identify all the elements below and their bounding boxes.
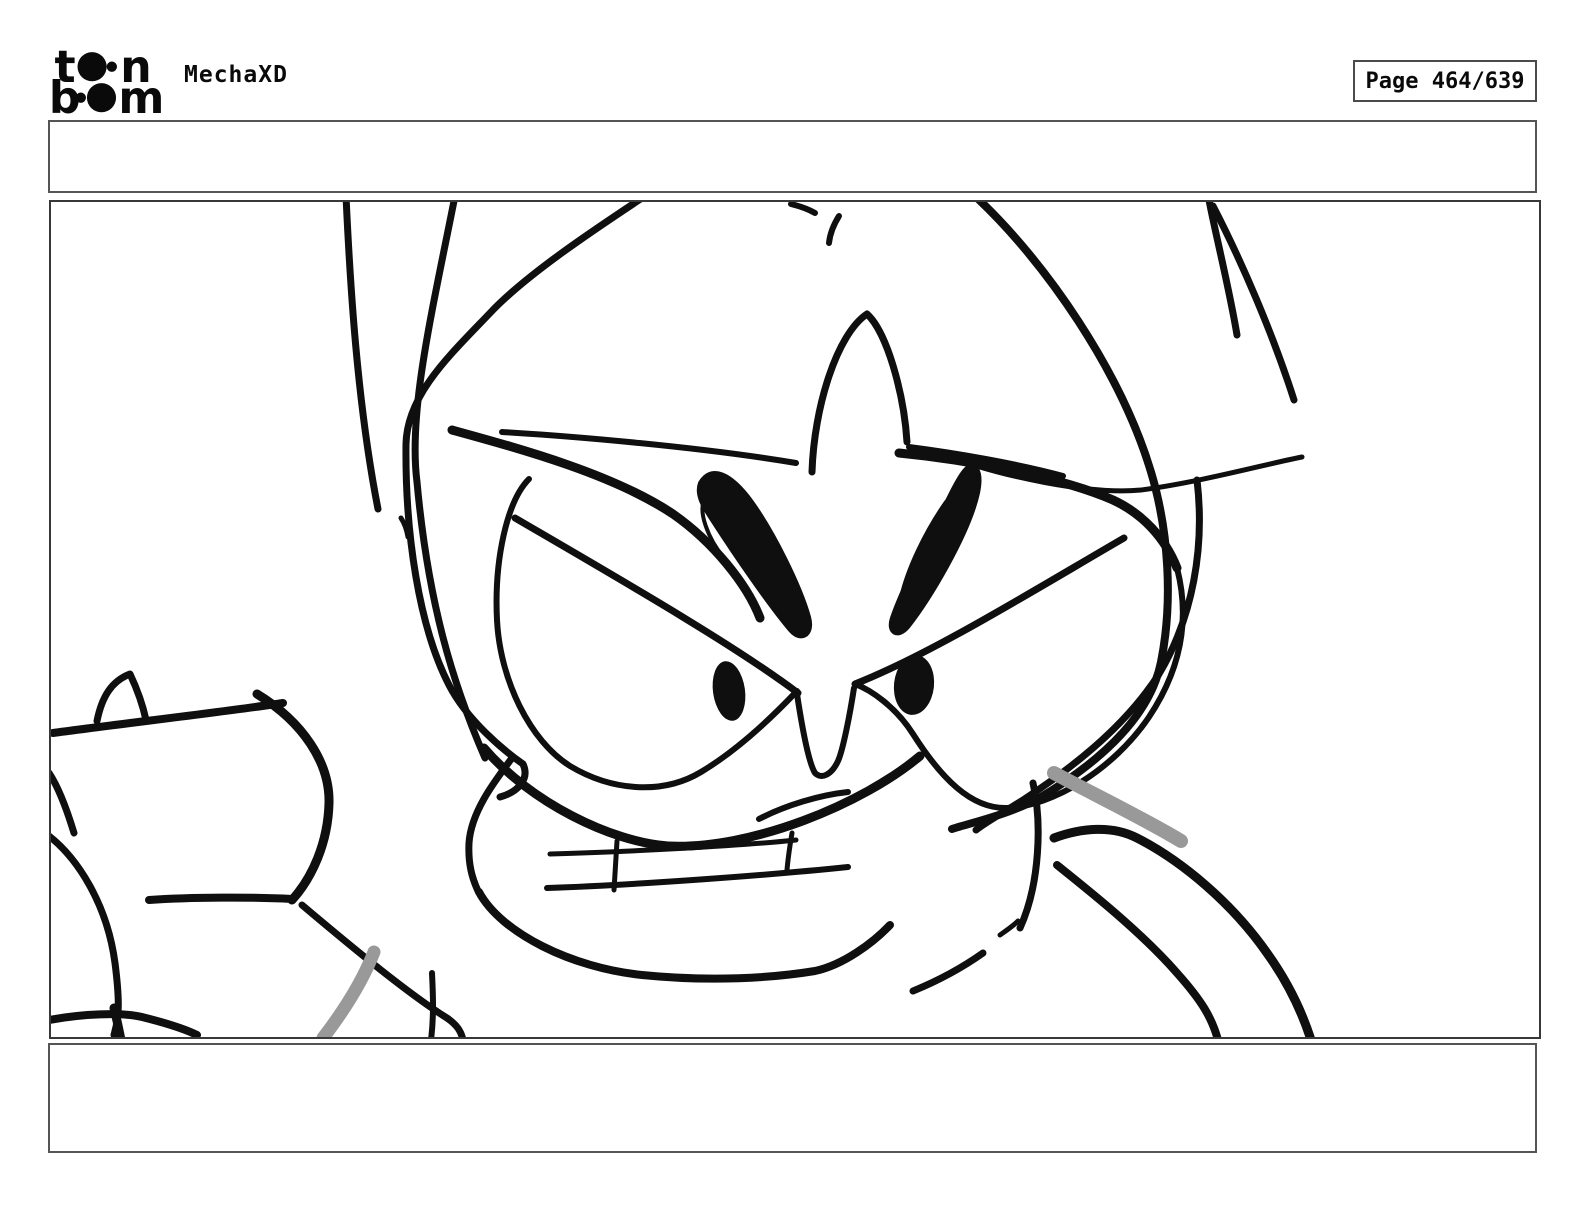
storyboard-drawing xyxy=(51,202,1315,1037)
project-title: MechaXD xyxy=(184,62,288,88)
caption-box-bottom xyxy=(48,1043,1537,1153)
logo-dot-small-1 xyxy=(106,61,117,72)
page-number-label: Page 464/639 xyxy=(1365,68,1525,94)
logo-dot-large-2 xyxy=(86,83,117,113)
logo-letter-b: b xyxy=(49,73,81,118)
caption-box-top xyxy=(48,120,1537,193)
toonboom-logo-line2: b m xyxy=(49,73,165,118)
storyboard-panel xyxy=(49,200,1541,1039)
logo-dot-small-2 xyxy=(75,92,86,103)
toonboom-logo: t n b m xyxy=(49,42,165,118)
logo-dot-large-1 xyxy=(77,52,107,82)
logo-letter-m: m xyxy=(118,73,164,118)
page-number-box: Page 464/639 xyxy=(1353,60,1537,102)
storyboard-page: t n b m MechaXD Page 464/639 xyxy=(0,0,1584,1224)
